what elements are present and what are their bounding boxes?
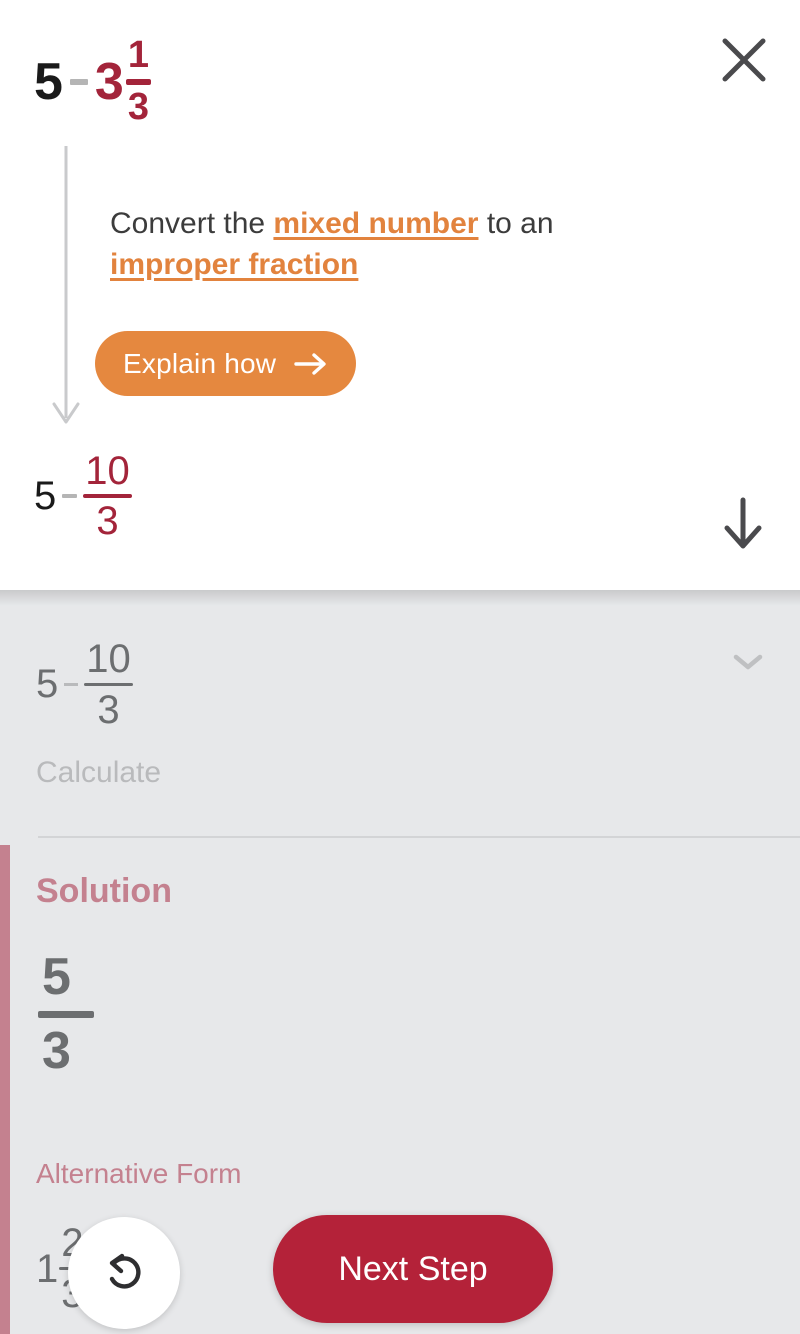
result-fraction: 10 3 [83,450,132,542]
problem-denominator: 3 [97,687,120,732]
calculate-label: Calculate [36,756,162,789]
fraction-bar [125,79,151,85]
mixed-number-whole: 3 [94,53,124,111]
result-whole: 5 [34,474,57,518]
fraction-bar [84,682,133,686]
problem-expression: 5 10 3 [36,628,133,740]
step-result-expression: 5 10 3 [34,438,132,554]
problem-numerator: 10 [86,636,131,681]
solution-denominator: 3 [42,1021,71,1080]
solution-accent-rail [0,845,10,1334]
minus-operator-icon [62,494,78,498]
step-panel: 5 3 1 3 Convert the mixed number to an i… [0,0,800,590]
undo-button[interactable] [68,1217,180,1329]
minus-operator-icon [64,682,79,686]
minus-operator-icon [69,79,88,85]
problem-fraction: 10 3 [84,638,133,731]
expression-whole: 5 [34,53,63,111]
undo-icon [109,1253,141,1289]
arrow-down-icon [724,497,762,549]
alternative-form-heading: Alternative Form [36,1158,242,1189]
solution-fraction: 5 3 [38,950,94,1078]
mixed-denominator: 3 [127,86,149,128]
result-numerator: 10 [85,449,130,493]
fraction-bar [83,494,132,498]
step-instruction: Convert the mixed number to an improper … [110,203,670,286]
improper-fraction-link[interactable]: improper fraction [110,248,358,281]
flow-arrow-icon [52,146,80,424]
close-icon [722,38,766,82]
next-step-button[interactable]: Next Step [273,1215,553,1323]
problem-whole: 5 [36,662,59,706]
explain-how-label: Explain how [123,347,277,379]
card-divider [38,836,800,838]
solution-value: 5 3 [38,950,94,1078]
chevron-down-icon [733,654,763,670]
solution-heading: Solution [36,872,172,910]
original-expression: 5 3 1 3 [34,22,151,142]
explain-how-button[interactable]: Explain how [95,331,357,396]
scroll-down-button[interactable] [702,482,784,564]
mixed-numerator: 1 [127,34,149,77]
collapse-toggle-button[interactable] [712,625,784,697]
arrow-right-icon [294,352,326,375]
mixed-number-link[interactable]: mixed number [273,207,478,240]
next-step-label: Next Step [338,1249,488,1288]
close-button[interactable] [702,18,786,102]
solution-numerator: 5 [42,948,71,1006]
instruction-prefix: Convert the [110,207,274,240]
alt-form-whole: 1 [36,1246,59,1291]
instruction-middle: to an [478,207,554,240]
mixed-number-fraction: 1 3 [125,34,151,128]
result-denominator: 3 [96,499,119,543]
fraction-bar [38,1010,94,1018]
